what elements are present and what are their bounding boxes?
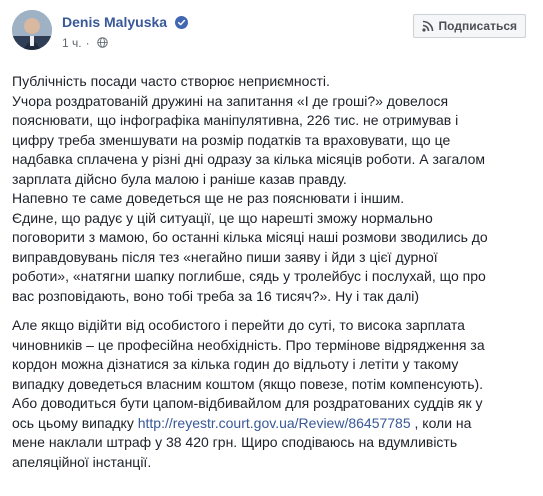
avatar-image [12, 10, 52, 50]
post-line: кордон можна дізнатися за кілька годин д… [12, 356, 459, 372]
avatar[interactable] [12, 10, 52, 50]
post-line: вас розповідають, воно тобі треба за 16 … [12, 287, 420, 304]
post-line: цифру треба зменшувати на розмір податкі… [12, 131, 451, 148]
verified-badge-icon [174, 16, 188, 29]
post-meta: 1 ч. · [62, 36, 108, 50]
post-line-with-link: ось цьому випадку http://reyestr.court.g… [12, 414, 536, 434]
rss-icon [421, 20, 433, 32]
post-header: Denis Malyuska 1 ч. · Подписаться [12, 10, 532, 58]
globe-icon [97, 37, 108, 48]
post-line: Єдине, що радує у цій ситуації, це що на… [12, 209, 433, 226]
post-body: Публічність посади часто створює неприєм… [12, 72, 536, 472]
post-line: пояснювати, що інфографіка маніпулятивна… [12, 112, 459, 128]
post-line: Публічність посади часто створює неприєм… [12, 73, 330, 89]
post-paragraph-1: Публічність посади часто створює неприєм… [12, 72, 536, 306]
post-line: роботи», «натягни шапку поглибше, сядь у… [12, 268, 486, 284]
post-line: чиновників – це професійна необхідність.… [12, 336, 485, 353]
court-review-link[interactable]: http://reyestr.court.gov.ua/Review/86457… [138, 415, 411, 431]
author-name[interactable]: Denis Malyuska [62, 14, 167, 30]
post-line: апеляційної інстанції. [12, 453, 152, 470]
post-line: зарплата дійсно була малою і раніше каза… [12, 170, 347, 187]
post-line: Але якщо відійти від особистого і перейт… [12, 317, 465, 333]
meta-separator: · [85, 36, 90, 50]
post-line: мене наклали штраф у 38 420 грн. Щиро сп… [12, 434, 458, 450]
post-line: Або доводиться бути цапом-відбивайлом дл… [12, 395, 483, 411]
author-name-row: Denis Malyuska [62, 14, 188, 30]
post-line: Напевно те саме доведеться ще не раз поя… [12, 190, 405, 206]
link-prefix: ось цьому випадку [12, 414, 138, 431]
post-line: Учора роздратованій дружині на запитання… [12, 92, 449, 109]
post-line: надбавка сплачена у різні дні одразу за … [12, 151, 485, 167]
post-time[interactable]: 1 ч. [62, 36, 82, 50]
post-line: поговорити з мамою, бо останні кілька мі… [12, 229, 488, 245]
subscribe-label: Подписаться [438, 19, 517, 33]
subscribe-button[interactable]: Подписаться [412, 14, 526, 38]
post-line: виправдовувань після тез «негайно пиши з… [12, 248, 438, 265]
post-line: випадку доведеться власним коштом (якщо … [12, 375, 484, 392]
post-paragraph-2: Але якщо відійти від особистого і перейт… [12, 316, 536, 472]
link-suffix: , коли на [410, 414, 472, 431]
